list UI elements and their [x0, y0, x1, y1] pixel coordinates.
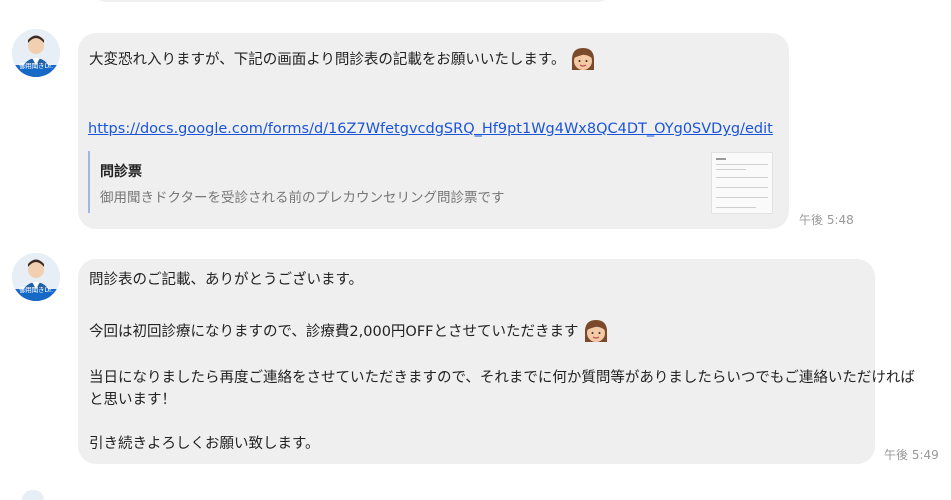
message-text-line: と思います！ [89, 392, 176, 408]
message-text-line: 大変恐れ入りますが、下記の画面より問診表の記載をお願いいたします。 [89, 46, 596, 74]
message-text-line: 問診表のご記載、ありがとうございます。 [89, 272, 364, 288]
avatar-caption: 御用聞きDr. [19, 62, 53, 70]
avatar-caption: 御用聞きDr. [19, 286, 53, 294]
avatar[interactable]: 御用聞きDr. [12, 29, 60, 77]
preview-description: 御用聞きドクターを受診される前のプレカウンセリング問診票です [100, 190, 505, 206]
next-avatar-edge [22, 490, 44, 500]
timestamp: 午後 5:48 [799, 213, 854, 227]
form-link[interactable]: https://docs.google.com/forms/d/16Z7Wfet… [88, 119, 773, 139]
message-bubble: 問診表のご記載、ありがとうございます。 今回は初回診療になりますので、診療費2,… [78, 259, 915, 464]
message-text-line: 引き続きよろしくお願い致します。 [89, 436, 320, 452]
woman-face-emoji-icon [572, 48, 595, 70]
preview-thumbnail[interactable] [711, 152, 773, 214]
timestamp: 午後 5:49 [884, 448, 939, 462]
message-text-line: 今回は初回診療になりますので、診療費2,000円OFFとさせていただきます [89, 318, 609, 346]
link-preview-card[interactable]: 問診票 御用聞きドクターを受診される前のプレカウンセリング問診票です [88, 151, 700, 213]
preview-title: 問診票 [100, 164, 142, 180]
woman-face-emoji-icon [585, 320, 608, 342]
message-bubble: 大変恐れ入りますが、下記の画面より問診表の記載をお願いいたします。 https:… [78, 33, 789, 229]
message-text-line: 当日になりましたら再度ご連絡をさせていただきますので、それまでに何か質問等があり… [89, 370, 915, 386]
previous-message-bubble [92, 0, 612, 2]
avatar[interactable]: 御用聞きDr. [12, 253, 60, 301]
